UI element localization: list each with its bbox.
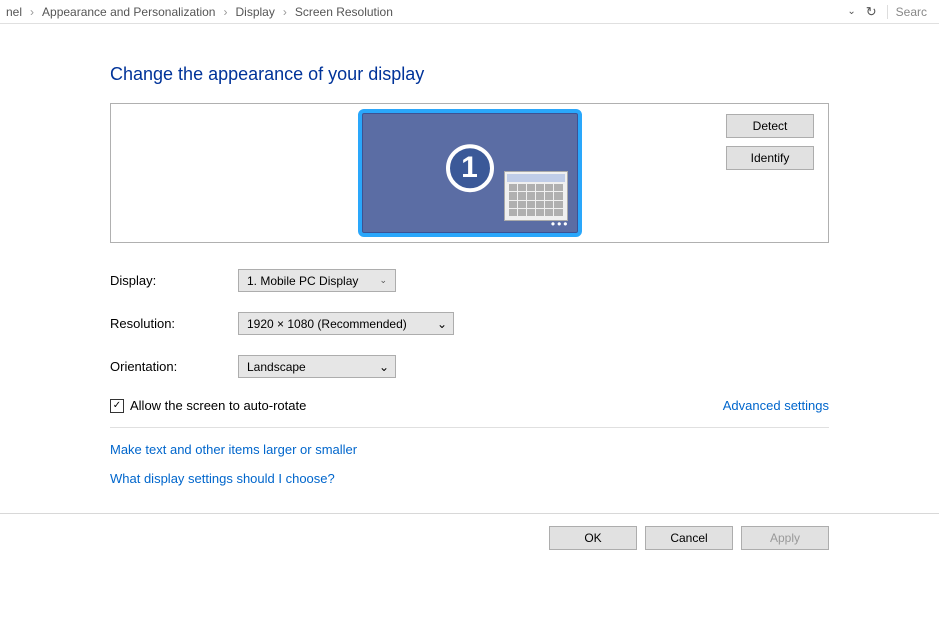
resolution-select-value: 1920 × 1080 (Recommended) xyxy=(247,317,407,331)
chevron-down-icon: ⌄ xyxy=(373,360,395,374)
display-select[interactable]: 1. Mobile PC Display ⌄ xyxy=(238,269,396,292)
chevron-right-icon: › xyxy=(277,5,293,19)
dialog-button-bar: OK Cancel Apply xyxy=(0,513,939,550)
chevron-down-icon[interactable]: ⌄ xyxy=(847,6,855,17)
autorotate-checkbox[interactable]: ✓ xyxy=(110,399,124,413)
breadcrumb-item[interactable]: nel xyxy=(4,5,24,19)
calendar-icon xyxy=(504,171,568,221)
display-select-value: 1. Mobile PC Display xyxy=(247,274,358,288)
search-input[interactable]: Searc xyxy=(887,5,935,19)
orientation-label: Orientation: xyxy=(110,359,238,374)
monitor-preview[interactable]: 1 ••• xyxy=(358,109,582,237)
resolution-label: Resolution: xyxy=(110,316,238,331)
detect-button[interactable]: Detect xyxy=(726,114,814,138)
orientation-select-value: Landscape xyxy=(247,360,306,374)
refresh-icon[interactable]: ↻ xyxy=(862,4,881,20)
identify-button[interactable]: Identify xyxy=(726,146,814,170)
chevron-right-icon: › xyxy=(24,5,40,19)
breadcrumb[interactable]: nel › Appearance and Personalization › D… xyxy=(4,5,847,19)
breadcrumb-item[interactable]: Display xyxy=(233,5,276,19)
autorotate-label: Allow the screen to auto-rotate xyxy=(130,398,306,413)
chevron-down-icon: ⌄ xyxy=(431,313,453,334)
monitor-number-badge: 1 xyxy=(446,144,494,192)
text-size-link[interactable]: Make text and other items larger or smal… xyxy=(110,442,829,457)
advanced-settings-link[interactable]: Advanced settings xyxy=(723,398,829,413)
page-title: Change the appearance of your display xyxy=(110,64,829,85)
chevron-right-icon: › xyxy=(217,5,233,19)
orientation-select[interactable]: Landscape ⌄ xyxy=(238,355,396,378)
divider xyxy=(110,427,829,428)
help-link[interactable]: What display settings should I choose? xyxy=(110,471,829,486)
chevron-down-icon: ⌄ xyxy=(371,275,395,286)
resolution-select[interactable]: 1920 × 1080 (Recommended) ⌄ xyxy=(238,312,454,335)
apply-button: Apply xyxy=(741,526,829,550)
monitor-dots-icon: ••• xyxy=(551,217,570,231)
cancel-button[interactable]: Cancel xyxy=(645,526,733,550)
breadcrumb-item[interactable]: Appearance and Personalization xyxy=(40,5,217,19)
display-preview-panel: Detect Identify 1 ••• xyxy=(110,103,829,243)
breadcrumb-item[interactable]: Screen Resolution xyxy=(293,5,395,19)
address-bar: nel › Appearance and Personalization › D… xyxy=(0,0,939,24)
check-icon: ✓ xyxy=(113,401,121,411)
display-label: Display: xyxy=(110,273,238,288)
ok-button[interactable]: OK xyxy=(549,526,637,550)
search-placeholder: Searc xyxy=(896,5,927,19)
